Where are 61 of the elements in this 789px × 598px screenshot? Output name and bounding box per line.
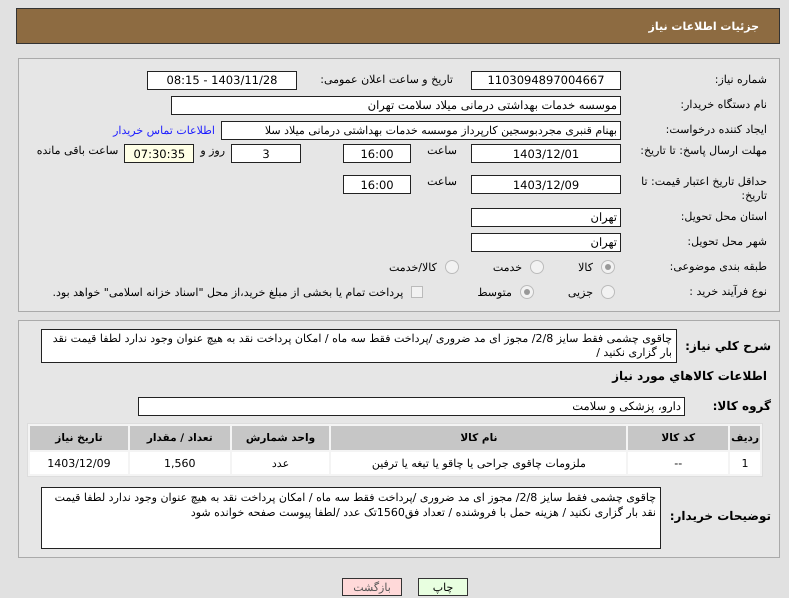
field-label: ساعت bbox=[427, 175, 457, 188]
page-header: جزئیات اطلاعات نیاز bbox=[16, 8, 780, 44]
field-label: توضیحات خریدار: bbox=[668, 509, 771, 523]
column-header: کد کالا bbox=[628, 426, 728, 450]
column-header: تاریخ نیاز bbox=[30, 426, 128, 450]
table-cell: ملزومات چاقوی جراحی یا چاقو یا تیغه یا ترفین bbox=[331, 452, 626, 474]
section-heading: اطلاعات كالاهاي مورد نياز bbox=[610, 369, 768, 383]
field-label: ساعت bbox=[427, 144, 457, 157]
column-header: تعداد / مقدار bbox=[130, 426, 230, 450]
goods-group-field: دارو، پزشکی و سلامت bbox=[138, 396, 685, 416]
field-label: شرح کلي نياز: bbox=[684, 339, 771, 353]
time-field: 16:00 bbox=[343, 175, 412, 194]
field-label: نوع فرآیند خرید : bbox=[688, 285, 767, 299]
announce-date-field: 1403/11/28 - 08:15 bbox=[147, 70, 297, 90]
province-field: تهران bbox=[471, 208, 621, 226]
field-label: روز و bbox=[200, 144, 226, 157]
radio-button[interactable] bbox=[530, 260, 544, 274]
city-field: تهران bbox=[471, 232, 621, 252]
column-header: نام کالا bbox=[331, 426, 626, 450]
print-button[interactable]: چاپ bbox=[418, 578, 468, 596]
checkbox[interactable] bbox=[411, 286, 424, 298]
table-cell: -- bbox=[628, 452, 728, 474]
contact-link[interactable]: اطلاعات تماس خریدار bbox=[113, 124, 215, 136]
date-field: 1403/12/01 bbox=[471, 144, 621, 163]
field-label: حداقل تاریخ اعتبار قیمت: تا تاریخ: bbox=[640, 175, 767, 203]
notes-text-area: چاقوی چشمی فقط سایز 2/8/ مجوز ای مد ضروری /پرداخت فقط سه ماه / امکان پرداخت نقد به هیچ عنوان وجود ندارد لطفا قیمت نقد بار گزاری نکنید / هزینه حمل با فروشنده / تعداد فق1560تک عدد /لطفا پیوست صفحه خوانده شود bbox=[41, 487, 661, 549]
creator-field: بهنام قنبری مجردبوسجین کارپرداز موسسه خدمات بهداشتی درمانی میلاد سلا bbox=[221, 120, 621, 140]
field-label: مهلت ارسال پاسخ: تا تاریخ: bbox=[639, 144, 767, 158]
field-label: طبقه بندی موضوعی: bbox=[668, 260, 767, 274]
summary-text-area: چاقوی چشمی فقط سایز 2/8/ مجوز ای مد ضروری /پرداخت فقط سه ماه / امکان پرداخت نقد به هیچ عنوان وجود ندارد لطفا قیمت نقد بار گزاری نکنید / bbox=[41, 329, 677, 363]
days-field: 3 bbox=[231, 144, 302, 163]
radio-button[interactable] bbox=[444, 260, 459, 274]
field-label: نام دستگاه خریدار: bbox=[679, 98, 767, 112]
checkbox-label: پرداخت تمام یا بخشی از مبلغ خرید،از محل "اسناد خزانه اسلامی" خواهد بود. bbox=[52, 286, 404, 298]
radio-button[interactable] bbox=[601, 260, 615, 274]
radio-label: خدمت bbox=[492, 260, 522, 274]
back-button[interactable]: بازگشت bbox=[342, 578, 402, 596]
field-label: شماره نیاز: bbox=[714, 73, 767, 87]
table-cell: 1,560 bbox=[130, 452, 230, 474]
remaining-time-field: 07:30:35 bbox=[124, 144, 194, 163]
table-cell: 1 bbox=[730, 452, 760, 474]
need-number-field: 1103094897004667 bbox=[471, 70, 621, 90]
column-header: ردیف bbox=[730, 426, 760, 450]
date-field: 1403/12/09 bbox=[471, 175, 621, 194]
radio-button[interactable] bbox=[520, 285, 534, 299]
radio-label: کالا/خدمت bbox=[389, 260, 437, 274]
field-label: ساعت باقی مانده bbox=[36, 144, 118, 157]
buyer-field: موسسه خدمات بهداشتی درمانی میلاد سلامت تهران bbox=[171, 96, 621, 114]
field-label: گروه کالا: bbox=[712, 399, 771, 413]
table-cell: 1403/12/09 bbox=[30, 452, 128, 474]
field-label: شهر محل تحویل: bbox=[686, 235, 767, 249]
radio-label: متوسط bbox=[477, 286, 512, 298]
table-cell: عدد bbox=[232, 452, 330, 474]
field-label: تاریخ و ساعت اعلان عمومی: bbox=[319, 73, 453, 87]
time-field: 16:00 bbox=[343, 144, 412, 163]
column-header: واحد شمارش bbox=[232, 426, 330, 450]
radio-label: جزیی bbox=[568, 286, 593, 298]
radio-label: کالا bbox=[578, 260, 593, 274]
radio-button[interactable] bbox=[601, 285, 615, 299]
field-label: ایجاد کننده درخواست: bbox=[664, 123, 767, 137]
field-label: استان محل تحویل: bbox=[680, 210, 767, 224]
